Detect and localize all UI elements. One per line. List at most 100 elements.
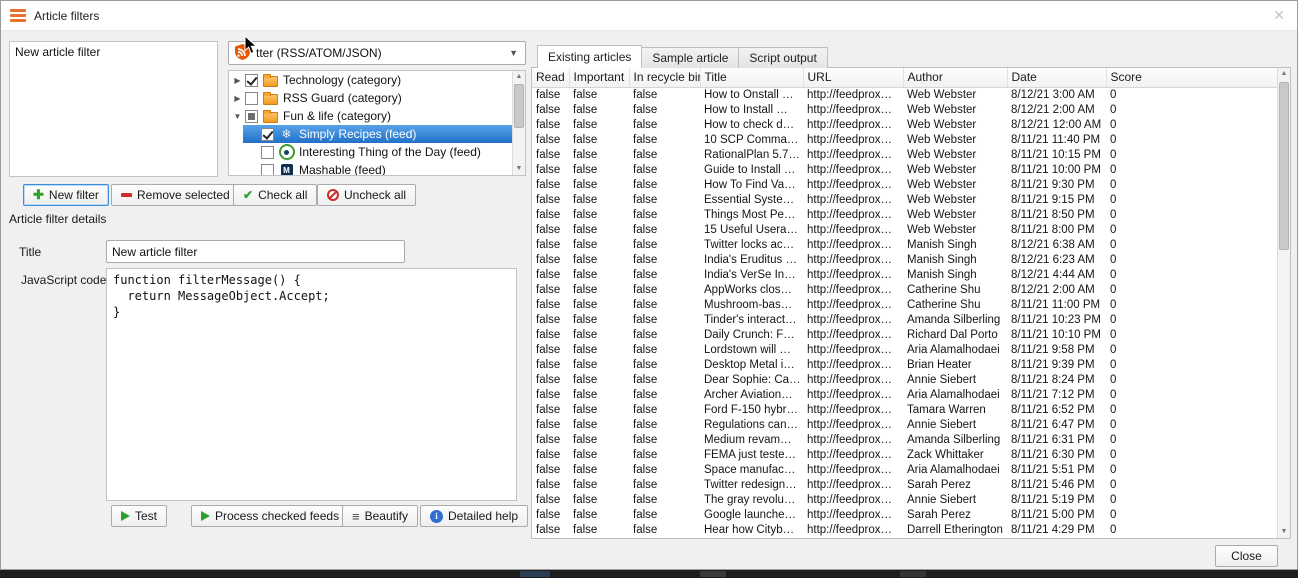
checkbox[interactable] (261, 128, 274, 141)
test-button[interactable]: Test (111, 505, 167, 527)
scroll-down-icon[interactable]: ▼ (1278, 526, 1290, 538)
scrollbar-thumb[interactable] (514, 84, 524, 128)
tree-item-label: Interesting Thing of the Day (feed) (299, 145, 481, 159)
column-header[interactable]: Score (1106, 68, 1277, 87)
table-cell: 10 SCP Comma… (700, 132, 803, 147)
chevron-right-icon[interactable]: ▶ (231, 76, 244, 85)
account-combobox[interactable]: tter (RSS/ATOM/JSON) ▼ (228, 41, 526, 65)
column-header[interactable]: Important (569, 68, 629, 87)
table-cell: false (569, 372, 629, 387)
column-header[interactable]: Author (903, 68, 1007, 87)
column-header[interactable]: Title (700, 68, 803, 87)
table-cell: false (532, 147, 569, 162)
checkbox[interactable] (261, 146, 274, 159)
table-row[interactable]: falsefalsefalse10 SCP Comma…http://feedp… (532, 132, 1277, 147)
table-cell: 0 (1106, 252, 1277, 267)
scroll-up-icon[interactable]: ▲ (513, 71, 525, 83)
tree-item[interactable]: ▼Fun & life (category) (229, 107, 512, 125)
scroll-down-icon[interactable]: ▼ (513, 163, 525, 175)
table-row[interactable]: falsefalsefalseLordstown will …http://fe… (532, 342, 1277, 357)
tree-item[interactable]: ▶RSS Guard (category) (229, 89, 512, 107)
feeds-tree[interactable]: ▶Technology (category)▶RSS Guard (catego… (228, 70, 526, 176)
table-row[interactable]: falsefalsefalseHow to Install …http://fe… (532, 102, 1277, 117)
tree-item[interactable]: Interesting Thing of the Day (feed) (229, 143, 512, 161)
close-button[interactable]: Close (1215, 545, 1278, 567)
table-cell: false (569, 522, 629, 537)
table-row[interactable]: falsefalsefalseDesktop Metal i…http://fe… (532, 357, 1277, 372)
table-row[interactable]: falsefalsefalseIndia's Eruditus …http://… (532, 252, 1277, 267)
table-cell: 0 (1106, 327, 1277, 342)
table-cell: 8/11/21 10:10 PM (1007, 327, 1106, 342)
table-cell: 8/11/21 9:39 PM (1007, 357, 1106, 372)
table-row[interactable]: falsefalsefalseRegulations can…http://fe… (532, 417, 1277, 432)
table-cell: Manish Singh (903, 252, 1007, 267)
tab-existing-articles[interactable]: Existing articles (537, 45, 642, 68)
table-row[interactable]: falsefalsefalseThe gray revolu…http://fe… (532, 492, 1277, 507)
table-row[interactable]: falsefalsefalseTwitter locks ac…http://f… (532, 237, 1277, 252)
table-row[interactable]: falsefalsefalseSpace manufac…http://feed… (532, 462, 1277, 477)
new-filter-button[interactable]: ✚ New filter (23, 184, 109, 206)
table-row[interactable]: falsefalsefalseDaily Crunch: F…http://fe… (532, 327, 1277, 342)
table-scrollbar[interactable]: ▲ ▼ (1277, 68, 1290, 538)
table-row[interactable]: falsefalsefalseMushroom-bas…http://feedp… (532, 297, 1277, 312)
table-row[interactable]: falsefalsefalse15 Useful Usera…http://fe… (532, 222, 1277, 237)
table-row[interactable]: falsefalsefalseIndia's VerSe In…http://f… (532, 267, 1277, 282)
tree-item[interactable]: ▶Technology (category) (229, 71, 512, 89)
table-row[interactable]: falsefalsefalseHow to check d…http://fee… (532, 117, 1277, 132)
column-header[interactable]: Read (532, 68, 569, 87)
checkbox[interactable] (245, 92, 258, 105)
table-cell: http://feedprox… (803, 402, 903, 417)
js-code-editor[interactable]: function filterMessage() { return Messag… (106, 268, 517, 501)
table-row[interactable]: falsefalsefalseFord F-150 hybr…http://fe… (532, 402, 1277, 417)
chevron-down-icon[interactable]: ▼ (231, 112, 244, 121)
table-row[interactable]: falsefalsefalseGoogle launche…http://fee… (532, 507, 1277, 522)
table-cell: Manish Singh (903, 237, 1007, 252)
checkbox[interactable] (245, 74, 258, 87)
detailed-help-button[interactable]: i Detailed help (420, 505, 528, 527)
scrollbar-thumb[interactable] (1279, 82, 1289, 250)
checkbox[interactable] (261, 164, 274, 177)
table-row[interactable]: falsefalsefalseHow To Find Va…http://fee… (532, 177, 1277, 192)
chevron-right-icon[interactable]: ▶ (231, 94, 244, 103)
table-row[interactable]: falsefalsefalseTinder's interact…http://… (532, 312, 1277, 327)
table-row[interactable]: falsefalsefalseRationalPlan 5.7…http://f… (532, 147, 1277, 162)
close-icon[interactable]: ✕ (1273, 7, 1285, 24)
column-header[interactable]: Date (1007, 68, 1106, 87)
table-row[interactable]: falsefalsefalseDear Sophie: Ca…http://fe… (532, 372, 1277, 387)
tree-scrollbar[interactable]: ▲ ▼ (512, 71, 525, 175)
table-row[interactable]: falsefalsefalseArcher Aviation…http://fe… (532, 387, 1277, 402)
check-all-button[interactable]: ✔ Check all (233, 184, 317, 206)
column-header[interactable]: In recycle bin (629, 68, 700, 87)
table-cell: 0 (1106, 522, 1277, 537)
table-cell: http://feedprox… (803, 252, 903, 267)
scroll-up-icon[interactable]: ▲ (1278, 68, 1290, 80)
table-cell: false (532, 162, 569, 177)
table-cell: false (532, 252, 569, 267)
table-row[interactable]: falsefalsefalseFEMA just teste…http://fe… (532, 447, 1277, 462)
filter-list[interactable]: New article filter (9, 41, 218, 177)
uncheck-all-button[interactable]: Uncheck all (317, 184, 416, 206)
table-row[interactable]: falsefalsefalseThings Most Pe…http://fee… (532, 207, 1277, 222)
table-cell: 8/11/21 6:52 PM (1007, 402, 1106, 417)
table-row[interactable]: falsefalsefalseHear how Cityb…http://fee… (532, 522, 1277, 537)
tab-sample-article[interactable]: Sample article (641, 47, 739, 68)
table-row[interactable]: falsefalsefalseHow to Onstall …http://fe… (532, 87, 1277, 102)
table-row[interactable]: falsefalsefalseGuide to Install …http://… (532, 162, 1277, 177)
checkbox[interactable] (245, 110, 258, 123)
table-row[interactable]: falsefalsefalseMedium revam…http://feedp… (532, 432, 1277, 447)
table-cell: 0 (1106, 192, 1277, 207)
title-input[interactable] (106, 240, 405, 263)
table-cell: Google launche… (700, 507, 803, 522)
beautify-button[interactable]: ≡ Beautify (342, 505, 418, 527)
tree-item[interactable]: Simply Recipes (feed) (229, 125, 512, 143)
table-row[interactable]: falsefalsefalseAppWorks clos…http://feed… (532, 282, 1277, 297)
column-header[interactable]: URL (803, 68, 903, 87)
tree-item[interactable]: Mashable (feed) (229, 161, 512, 176)
table-cell: false (569, 402, 629, 417)
table-row[interactable]: falsefalsefalseTwitter redesign…http://f… (532, 477, 1277, 492)
table-row[interactable]: falsefalsefalseEssential Syste…http://fe… (532, 192, 1277, 207)
filter-list-item[interactable]: New article filter (10, 42, 217, 62)
tab-script-output[interactable]: Script output (738, 47, 827, 68)
process-checked-feeds-button[interactable]: Process checked feeds (191, 505, 349, 527)
remove-selected-button[interactable]: Remove selected (111, 184, 240, 206)
